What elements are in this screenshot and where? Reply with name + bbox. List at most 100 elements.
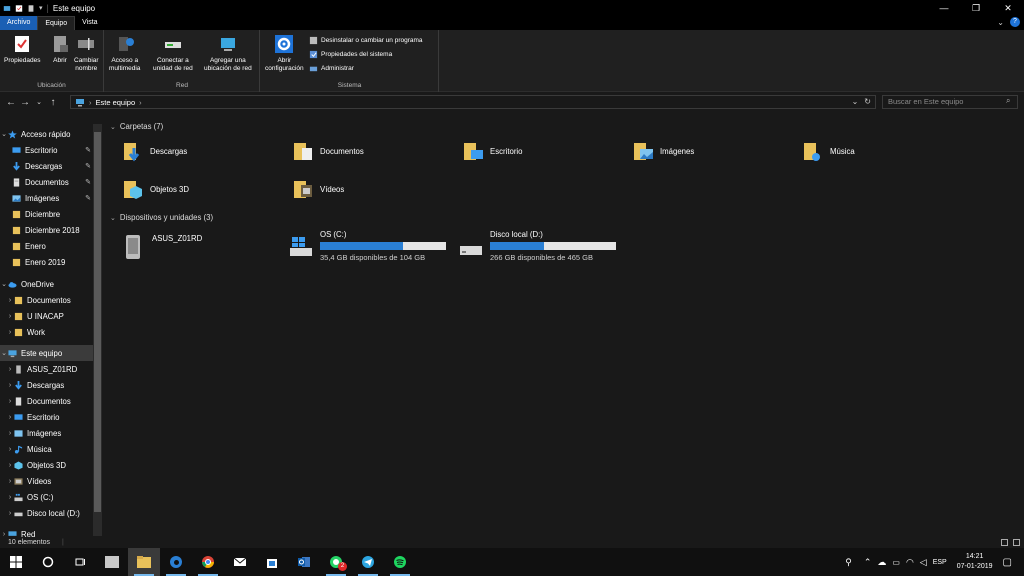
collapsed-chevron-icon[interactable]: › bbox=[6, 430, 14, 437]
nav-quick-documentos[interactable]: Documentos ✎ bbox=[0, 174, 93, 190]
expanded-chevron-icon[interactable]: ⌄ bbox=[0, 280, 8, 288]
map-network-drive-button[interactable]: Conectar a unidad de red bbox=[153, 34, 193, 73]
task-view-button[interactable] bbox=[64, 548, 96, 576]
rename-button[interactable]: Cambiar nombre bbox=[74, 34, 99, 73]
nav-quick-imagenes[interactable]: Imágenes ✎ bbox=[0, 190, 93, 206]
collapsed-chevron-icon[interactable]: › bbox=[6, 478, 14, 485]
collapsed-chevron-icon[interactable]: › bbox=[6, 446, 14, 453]
tab-equipo[interactable]: Equipo bbox=[37, 16, 76, 30]
collapsed-chevron-icon[interactable]: › bbox=[6, 382, 14, 389]
collapsed-chevron-icon[interactable]: › bbox=[6, 297, 14, 304]
pin-icon[interactable]: ✎ bbox=[85, 178, 91, 186]
system-properties-button[interactable]: Propiedades del sistema bbox=[309, 50, 392, 59]
taskbar-outlook[interactable] bbox=[288, 548, 320, 576]
expanded-chevron-icon[interactable]: ⌄ bbox=[110, 123, 116, 131]
onedrive-cloud-icon[interactable]: ☁ bbox=[877, 557, 886, 568]
new-folder-quick-icon[interactable] bbox=[27, 4, 35, 13]
search-button[interactable] bbox=[32, 548, 64, 576]
breadcrumb-chevron-icon[interactable]: › bbox=[139, 98, 142, 107]
expanded-chevron-icon[interactable]: ⌄ bbox=[0, 349, 8, 357]
device-asus[interactable]: ASUS_Z01RD bbox=[120, 230, 202, 260]
folder-escritorio[interactable]: Escritorio bbox=[462, 140, 523, 162]
drive-disco-d[interactable]: Disco local (D:) 266 GB disponibles de 4… bbox=[458, 230, 616, 262]
taskbar-edge[interactable] bbox=[160, 548, 192, 576]
open-button[interactable]: Abrir bbox=[50, 34, 70, 65]
folder-musica[interactable]: Música bbox=[802, 140, 855, 162]
taskbar-mail[interactable] bbox=[224, 548, 256, 576]
address-history-chevron-icon[interactable]: ⌄ bbox=[852, 97, 859, 106]
nav-onedrive-u-inacap[interactable]: › U INACAP bbox=[0, 308, 93, 324]
pin-icon[interactable]: ✎ bbox=[85, 194, 91, 202]
expanded-chevron-icon[interactable]: ⌄ bbox=[110, 214, 116, 222]
large-icons-view-icon[interactable] bbox=[1013, 539, 1020, 546]
maximize-button[interactable]: ❐ bbox=[960, 0, 992, 16]
nav-pc-asus[interactable]: › ASUS_Z01RD bbox=[0, 361, 93, 377]
collapsed-chevron-icon[interactable]: › bbox=[6, 398, 14, 405]
nav-pc-objetos-3d[interactable]: › Objetos 3D bbox=[0, 457, 93, 473]
search-input[interactable]: Buscar en Este equipo bbox=[882, 95, 1018, 109]
people-icon[interactable]: ⚲ bbox=[845, 557, 852, 568]
customize-qat-chevron-icon[interactable]: ▾ bbox=[39, 4, 43, 12]
folder-videos[interactable]: Vídeos bbox=[292, 178, 344, 200]
nav-pc-os-c[interactable]: › OS (C:) bbox=[0, 489, 93, 505]
taskbar-app-unknown[interactable] bbox=[96, 548, 128, 576]
details-view-icon[interactable] bbox=[1001, 539, 1008, 546]
battery-icon[interactable]: ▭ bbox=[892, 558, 900, 567]
help-button[interactable]: ? bbox=[1010, 17, 1020, 27]
nav-red[interactable]: › Red bbox=[0, 526, 93, 539]
nav-quick-enero-2019[interactable]: Enero 2019 bbox=[0, 254, 93, 270]
nav-quick-escritorio[interactable]: Escritorio ✎ bbox=[0, 142, 93, 158]
up-arrow-icon[interactable]: ↑ bbox=[46, 97, 60, 108]
wifi-icon[interactable]: ◠ bbox=[906, 557, 914, 568]
expanded-chevron-icon[interactable]: ⌄ bbox=[0, 130, 8, 138]
taskbar-telegram[interactable] bbox=[352, 548, 384, 576]
taskbar-file-explorer[interactable] bbox=[128, 548, 160, 576]
action-center-icon[interactable]: ▢ bbox=[1003, 557, 1012, 568]
tab-archivo[interactable]: Archivo bbox=[0, 16, 38, 30]
taskbar-chrome[interactable] bbox=[192, 548, 224, 576]
nav-onedrive-work[interactable]: › Work bbox=[0, 324, 93, 340]
collapsed-chevron-icon[interactable]: › bbox=[6, 494, 14, 501]
nav-onedrive[interactable]: ⌄ OneDrive bbox=[0, 276, 93, 292]
collapsed-chevron-icon[interactable]: › bbox=[6, 366, 14, 373]
address-bar[interactable]: › Este equipo › ⌄ ↻ bbox=[70, 95, 876, 109]
show-hidden-icons-chevron-icon[interactable]: ⌃ bbox=[864, 557, 872, 568]
nav-scrollbar[interactable] bbox=[93, 124, 102, 536]
devices-group-header[interactable]: ⌄ Dispositivos y unidades (3) bbox=[110, 213, 213, 222]
collapse-ribbon-chevron-icon[interactable]: ⌄ bbox=[997, 18, 1004, 27]
nav-onedrive-documentos[interactable]: › Documentos bbox=[0, 292, 93, 308]
folders-group-header[interactable]: ⌄ Carpetas (7) bbox=[110, 122, 163, 131]
breadcrumb-chevron-icon[interactable]: › bbox=[89, 98, 92, 107]
search-icon[interactable]: ⌕ bbox=[1006, 96, 1010, 106]
collapsed-chevron-icon[interactable]: › bbox=[6, 510, 14, 517]
collapsed-chevron-icon[interactable]: › bbox=[0, 531, 8, 538]
volume-icon[interactable]: ◁ bbox=[920, 557, 927, 568]
collapsed-chevron-icon[interactable]: › bbox=[6, 329, 14, 336]
start-button[interactable] bbox=[0, 548, 32, 576]
nav-este-equipo[interactable]: ⌄ Este equipo bbox=[0, 345, 93, 361]
input-language[interactable]: ESP bbox=[933, 559, 947, 566]
nav-pc-disco-d[interactable]: › Disco local (D:) bbox=[0, 505, 93, 521]
properties-button[interactable]: Propiedades bbox=[4, 34, 41, 65]
pin-icon[interactable]: ✎ bbox=[85, 162, 91, 170]
recent-locations-chevron-icon[interactable]: ⌄ bbox=[32, 98, 46, 106]
manage-button[interactable]: Administrar bbox=[309, 64, 354, 73]
open-settings-button[interactable]: Abrir configuración bbox=[265, 34, 304, 73]
add-network-location-button[interactable]: Agregar una ubicación de red bbox=[204, 34, 252, 73]
properties-quick-icon[interactable] bbox=[15, 4, 23, 13]
breadcrumb-este-equipo[interactable]: Este equipo bbox=[96, 98, 136, 107]
folder-objetos-3d[interactable]: Objetos 3D bbox=[122, 178, 189, 200]
media-access-button[interactable]: Acceso a multimedia bbox=[109, 34, 140, 73]
nav-pc-imagenes[interactable]: › Imágenes bbox=[0, 425, 93, 441]
refresh-icon[interactable]: ↻ bbox=[864, 97, 871, 106]
uninstall-program-button[interactable]: Desinstalar o cambiar un programa bbox=[309, 36, 423, 45]
nav-pc-descargas[interactable]: › Descargas bbox=[0, 377, 93, 393]
forward-arrow-icon[interactable]: → bbox=[18, 97, 32, 108]
folder-documentos[interactable]: Documentos bbox=[292, 140, 364, 162]
nav-quick-enero[interactable]: Enero bbox=[0, 238, 93, 254]
collapsed-chevron-icon[interactable]: › bbox=[6, 414, 14, 421]
nav-quick-diciembre[interactable]: Diciembre bbox=[0, 206, 93, 222]
nav-quick-descargas[interactable]: Descargas ✎ bbox=[0, 158, 93, 174]
collapsed-chevron-icon[interactable]: › bbox=[6, 313, 14, 320]
folder-imagenes[interactable]: Imágenes bbox=[632, 140, 694, 162]
